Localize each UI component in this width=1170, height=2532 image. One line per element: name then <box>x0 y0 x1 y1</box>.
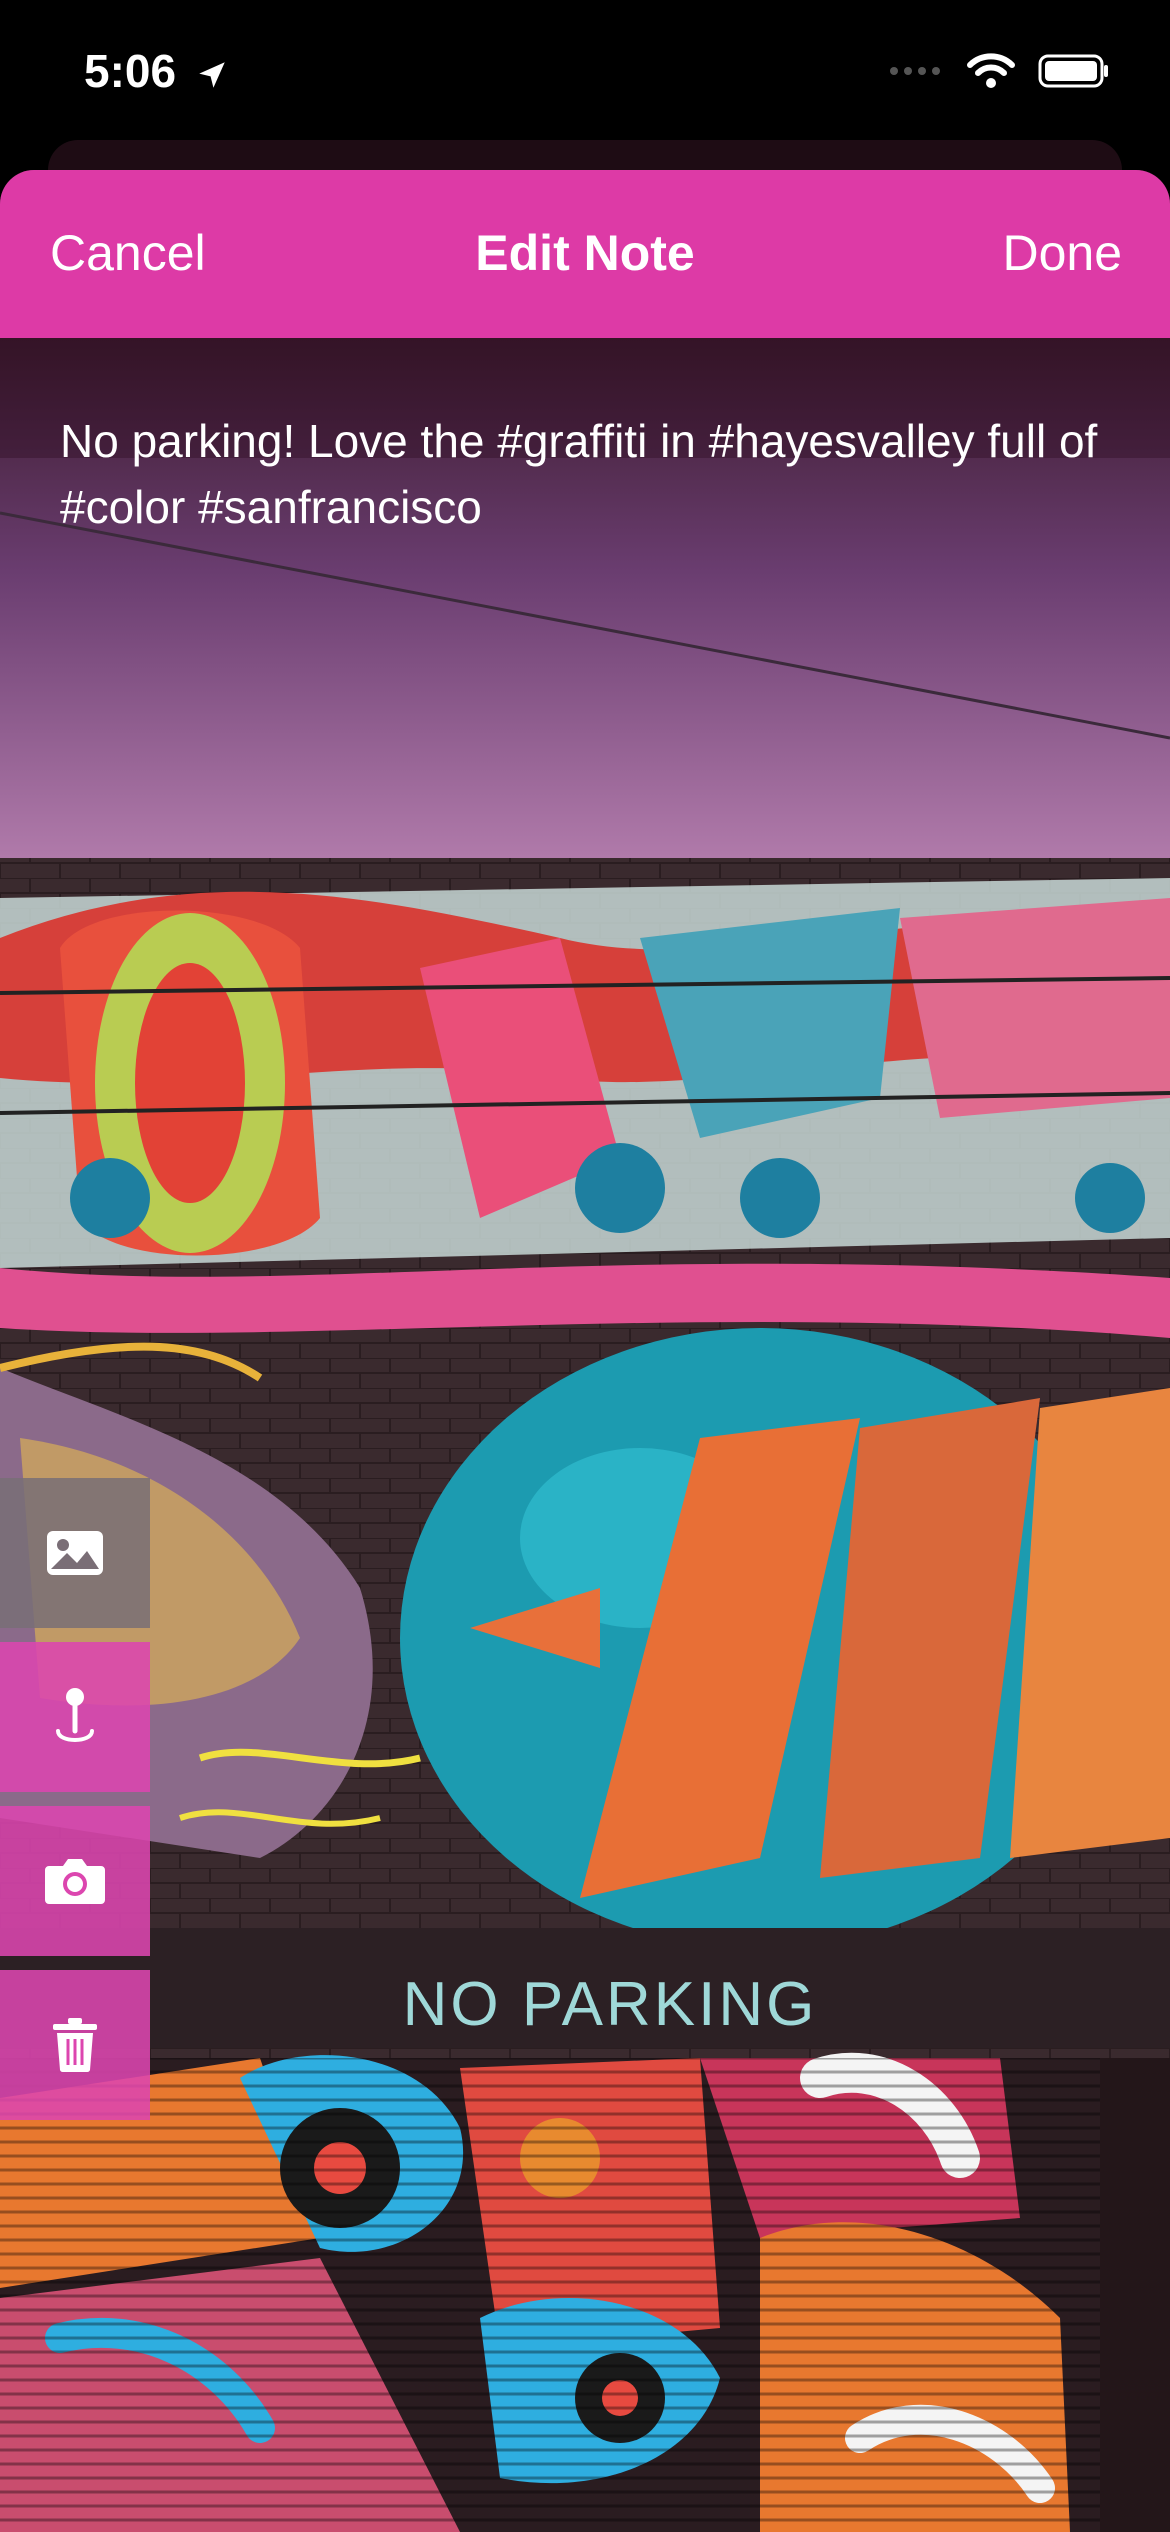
camera-icon <box>45 1859 105 1904</box>
trash-icon <box>53 2018 97 2073</box>
location-arrow-icon <box>199 62 225 88</box>
status-bar: 5:06 <box>0 0 1170 150</box>
delete-button[interactable] <box>0 1970 150 2120</box>
camera-button[interactable] <box>0 1806 150 1956</box>
image-icon <box>47 1531 103 1575</box>
note-photo: NO PARKING <box>0 338 1170 2532</box>
edit-note-sheet: NO PARKING Cancel Edit Note Done No park… <box>0 170 1170 2532</box>
status-indicators <box>888 52 1110 90</box>
no-parking-sign: NO PARKING <box>403 1970 818 2039</box>
nav-bar: Cancel Edit Note Done <box>0 170 1170 338</box>
add-location-button[interactable] <box>0 1642 150 1792</box>
page-title: Edit Note <box>475 225 695 281</box>
battery-icon <box>1038 54 1108 88</box>
status-time-label: 5:06 <box>84 45 177 97</box>
add-image-button[interactable] <box>0 1478 150 1628</box>
status-time: 5:06 <box>84 44 229 98</box>
wifi-icon <box>967 53 1015 88</box>
cellular-signal-icon <box>890 67 940 75</box>
done-button[interactable]: Done <box>1002 224 1122 282</box>
note-text-field[interactable]: No parking! Love the #graffiti in #hayes… <box>60 408 1120 540</box>
location-pin-icon <box>56 1688 94 1742</box>
